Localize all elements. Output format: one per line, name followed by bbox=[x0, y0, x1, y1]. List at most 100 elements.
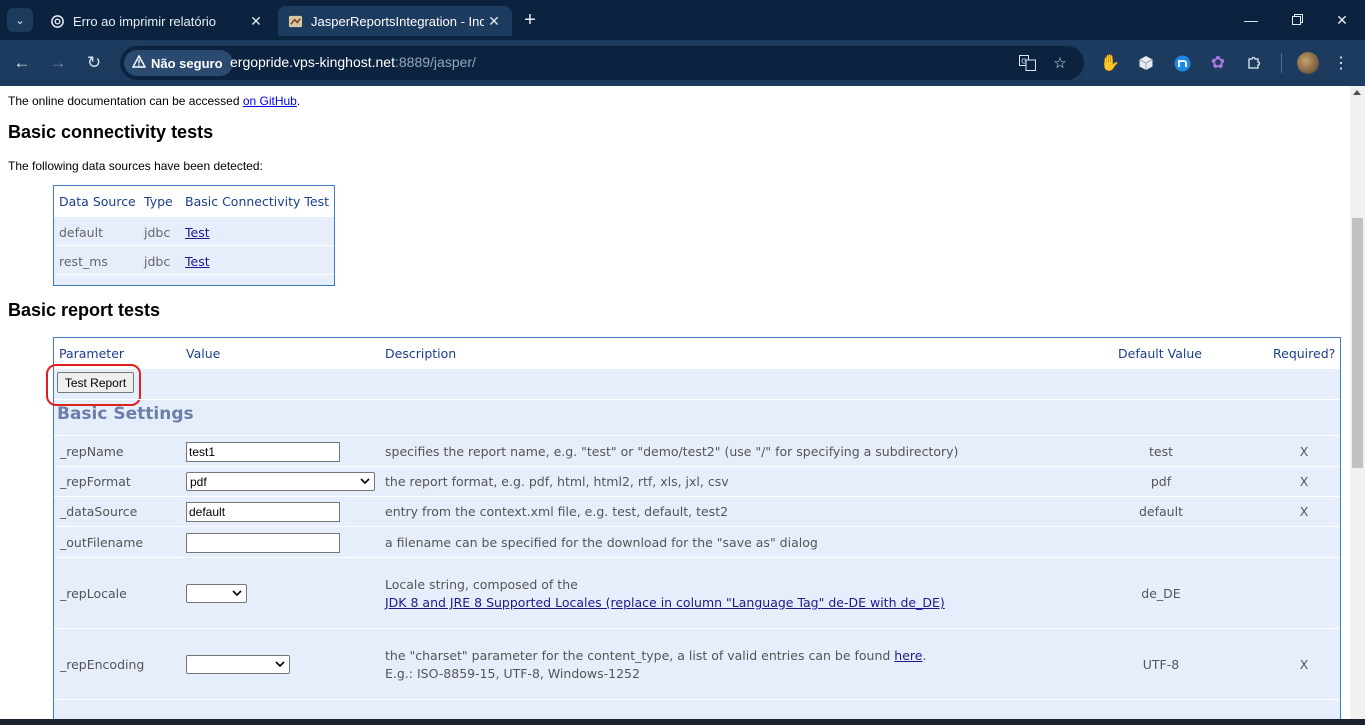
toolbar-divider bbox=[1281, 53, 1282, 73]
replocale-select[interactable] bbox=[186, 584, 247, 603]
new-tab-button[interactable]: + bbox=[518, 8, 542, 32]
param-default: pdf bbox=[1150, 474, 1172, 489]
param-required: X bbox=[1299, 474, 1309, 489]
column-header: Required? bbox=[1273, 346, 1336, 361]
param-name: _repLocale bbox=[60, 586, 127, 601]
chevron-down-icon bbox=[232, 587, 242, 599]
browser-toolbar: ← → ↻ Não seguro ergopride.vps-kinghost.… bbox=[0, 40, 1365, 86]
datasource-name: rest_ms bbox=[59, 254, 108, 269]
param-description: specifies the report name, e.g. "test" o… bbox=[385, 444, 959, 459]
address-bar[interactable]: Não seguro ergopride.vps-kinghost.net:88… bbox=[120, 46, 1084, 80]
close-icon: ✕ bbox=[1336, 11, 1348, 28]
column-header: Value bbox=[186, 346, 221, 361]
security-indicator[interactable]: Não seguro bbox=[124, 50, 233, 76]
param-default: test bbox=[1148, 444, 1173, 459]
translate-icon[interactable]: G bbox=[1016, 52, 1038, 74]
column-header: Data Source bbox=[59, 194, 136, 209]
column-header: Parameter bbox=[59, 346, 125, 361]
test-connection-link[interactable]: Test bbox=[185, 254, 210, 269]
table-footer-row bbox=[54, 274, 334, 285]
documentation-line: The online documentation can be accessed… bbox=[8, 94, 300, 108]
red-hand-icon[interactable]: ✋ bbox=[1099, 52, 1121, 74]
param-required: X bbox=[1299, 444, 1309, 459]
tab-strip: ⌄ Erro ao imprimir relatório ✕ JasperRep… bbox=[0, 0, 1365, 40]
row-divider bbox=[54, 628, 1340, 629]
row-divider bbox=[54, 526, 1340, 527]
minimize-button[interactable]: — bbox=[1236, 8, 1266, 32]
profile-avatar[interactable] bbox=[1297, 52, 1319, 74]
restore-icon bbox=[1291, 12, 1303, 28]
reload-icon: ↻ bbox=[86, 53, 102, 72]
param-description: a filename can be specified for the down… bbox=[385, 535, 818, 550]
param-required: X bbox=[1299, 504, 1309, 519]
chevron-down-icon bbox=[360, 475, 370, 487]
cube-icon[interactable] bbox=[1135, 52, 1157, 74]
close-icon[interactable]: ✕ bbox=[246, 11, 266, 31]
param-description: the "charset" parameter for the content_… bbox=[385, 647, 926, 664]
param-name: _repEncoding bbox=[60, 657, 145, 672]
datasource-name: default bbox=[59, 225, 103, 240]
datasource-input[interactable] bbox=[186, 502, 340, 522]
chevron-down-icon: ⌄ bbox=[15, 14, 25, 27]
charset-list-link[interactable]: here bbox=[894, 648, 922, 663]
url-host: ergopride.vps-kinghost.net bbox=[230, 54, 395, 70]
param-default: de_DE bbox=[1141, 586, 1181, 601]
github-link[interactable]: on GitHub bbox=[243, 94, 297, 108]
bookmark-star-icon[interactable]: ☆ bbox=[1049, 52, 1071, 74]
close-window-button[interactable]: ✕ bbox=[1327, 8, 1357, 32]
scrollbar-thumb[interactable] bbox=[1352, 218, 1363, 468]
param-default: default bbox=[1139, 504, 1183, 519]
tab-erro-ao-imprimir[interactable]: Erro ao imprimir relatório ✕ bbox=[40, 6, 274, 36]
param-name: _dataSource bbox=[60, 504, 138, 519]
row-divider bbox=[54, 435, 1340, 436]
purple-gear-icon[interactable]: ✿ bbox=[1207, 52, 1229, 74]
repencoding-select[interactable] bbox=[186, 655, 290, 674]
jasper-icon bbox=[287, 13, 303, 29]
doc-prefix: The online documentation can be accessed bbox=[8, 94, 243, 108]
repformat-select[interactable]: pdf bbox=[186, 472, 375, 491]
arrow-left-icon: ← bbox=[13, 53, 31, 72]
selected-value: pdf bbox=[190, 475, 207, 489]
repname-input[interactable] bbox=[186, 442, 340, 462]
url-text[interactable]: ergopride.vps-kinghost.net:8889/jasper/ bbox=[230, 54, 476, 70]
report-parameters-table: Parameter Value Description Default Valu… bbox=[46, 337, 1341, 719]
column-header: Type bbox=[144, 194, 173, 209]
arrow-right-icon: → bbox=[49, 53, 67, 72]
back-button[interactable]: ← bbox=[9, 50, 35, 76]
vertical-scrollbar[interactable] bbox=[1350, 86, 1365, 719]
close-icon[interactable]: ✕ bbox=[484, 11, 504, 31]
datasource-type: jdbc bbox=[144, 225, 171, 240]
browser-menu-button[interactable]: ⋮ bbox=[1330, 52, 1352, 74]
datasource-type: jdbc bbox=[144, 254, 171, 269]
column-header: Basic Connectivity Test bbox=[185, 194, 329, 209]
tab-jasper[interactable]: JasperReportsIntegration - Inde ✕ bbox=[278, 6, 512, 36]
row-divider bbox=[54, 557, 1340, 558]
row-divider bbox=[54, 496, 1340, 497]
forward-button[interactable]: → bbox=[45, 50, 71, 76]
chevron-down-icon bbox=[275, 658, 285, 670]
param-name: _repFormat bbox=[60, 474, 131, 489]
test-connection-link[interactable]: Test bbox=[185, 225, 210, 240]
row-divider bbox=[54, 466, 1340, 467]
table-row: rest_ms jdbc Test bbox=[54, 245, 334, 274]
outfilename-input[interactable] bbox=[186, 533, 340, 553]
security-label: Não seguro bbox=[151, 55, 223, 71]
param-required: X bbox=[1299, 657, 1309, 672]
reload-button[interactable]: ↻ bbox=[81, 50, 107, 76]
supported-locales-link[interactable]: JDK 8 and JRE 8 Supported Locales (repla… bbox=[385, 595, 945, 610]
puzzle-icon[interactable] bbox=[1243, 52, 1265, 74]
scroll-up-arrow-icon[interactable] bbox=[1353, 90, 1361, 95]
param-description: the report format, e.g. pdf, html, html2… bbox=[385, 474, 729, 489]
column-header: Default Value bbox=[1118, 346, 1202, 361]
detected-sources-text: The following data sources have been det… bbox=[8, 159, 263, 173]
blue-circle-icon[interactable] bbox=[1171, 52, 1193, 74]
svg-text:G: G bbox=[1021, 58, 1026, 66]
table-header: Parameter Value Description Default Valu… bbox=[54, 338, 1340, 369]
tab-search-button[interactable]: ⌄ bbox=[7, 8, 33, 32]
param-name: _outFilename bbox=[60, 535, 144, 550]
basic-settings-heading: Basic Settings bbox=[57, 404, 194, 424]
connectivity-heading: Basic connectivity tests bbox=[8, 122, 214, 142]
restore-button[interactable] bbox=[1282, 8, 1312, 32]
page-content: The online documentation can be accessed… bbox=[0, 86, 1350, 719]
taskbar-edge bbox=[0, 719, 1365, 725]
